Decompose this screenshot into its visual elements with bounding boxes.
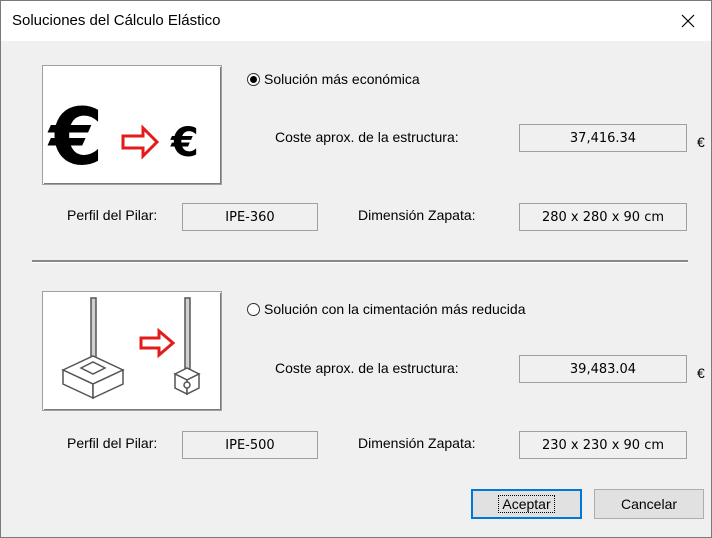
cancel-button[interactable]: Cancelar — [594, 489, 704, 519]
cancel-button-label: Cancelar — [620, 496, 678, 512]
title-bar: Soluciones del Cálculo Elástico — [1, 1, 711, 41]
radio-button-selected[interactable] — [247, 72, 260, 86]
reduced-foundation-image — [42, 291, 222, 411]
cost-field-2: 39,483.04 — [519, 355, 687, 383]
zapata-field-2: 230 x 230 x 90 cm — [519, 431, 687, 459]
pilar-value-1: IPE-360 — [225, 209, 275, 225]
close-icon — [681, 14, 695, 28]
cost-label-1: Coste aprox. de la estructura: — [275, 129, 459, 145]
dialog-window: Soluciones del Cálculo Elástico € € Solu… — [0, 0, 712, 538]
cost-value-1: 37,416.34 — [569, 130, 637, 146]
red-arrow-icon-2 — [139, 327, 176, 359]
big-euro-icon: € — [47, 93, 103, 183]
pilar-label-1: Perfil del Pilar: — [67, 207, 158, 223]
small-column-footing-icon — [173, 297, 201, 396]
accept-button-label: Aceptar — [498, 495, 555, 513]
zapata-label-2: Dimensión Zapata: — [358, 435, 476, 451]
cost-label-2: Coste aprox. de la estructura: — [275, 360, 459, 376]
pilar-label-2: Perfil del Pilar: — [67, 435, 158, 451]
radio-reduced-label: Solución con la cimentación más reducida — [264, 301, 526, 317]
radio-economic-label: Solución más económica — [264, 71, 420, 87]
economic-solution-image: € € — [42, 65, 222, 185]
cost-field-1: 37,416.34 — [519, 124, 687, 152]
small-euro-icon: € — [170, 120, 199, 166]
window-title: Soluciones del Cálculo Elástico — [12, 12, 221, 29]
section-divider — [32, 260, 688, 263]
red-arrow-icon — [121, 124, 160, 160]
zapata-value-1: 280 x 280 x 90 cm — [541, 209, 665, 225]
zapata-label-1: Dimensión Zapata: — [358, 207, 476, 223]
zapata-value-2: 230 x 230 x 90 cm — [541, 437, 665, 453]
currency-label-2: € — [697, 365, 705, 381]
pilar-field-2: IPE-500 — [182, 431, 318, 459]
currency-label-1: € — [697, 134, 705, 150]
cost-value-2: 39,483.04 — [569, 361, 637, 377]
radio-reduced-foundation[interactable]: Solución con la cimentación más reducida — [247, 301, 525, 317]
pilar-field-1: IPE-360 — [182, 203, 318, 231]
accept-button[interactable]: Aceptar — [471, 489, 582, 519]
close-button[interactable] — [665, 1, 711, 41]
pilar-value-2: IPE-500 — [225, 437, 275, 453]
radio-button-unselected[interactable] — [247, 302, 260, 316]
large-column-footing-icon — [61, 297, 125, 400]
zapata-field-1: 280 x 280 x 90 cm — [519, 203, 687, 231]
radio-economic-solution[interactable]: Solución más económica — [247, 71, 420, 87]
